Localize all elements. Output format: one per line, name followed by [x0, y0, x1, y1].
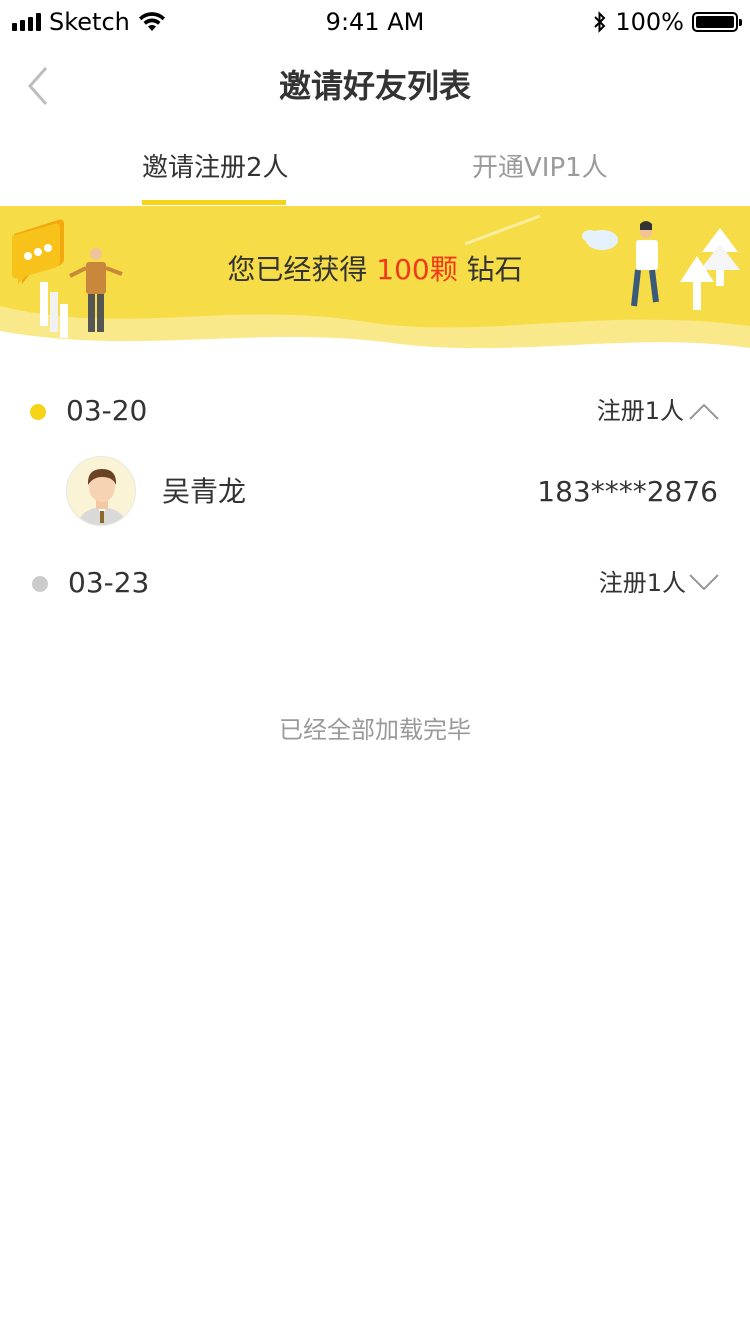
status-right: 100%	[593, 8, 742, 36]
group-count: 注册1人	[598, 569, 686, 597]
list-item[interactable]: 吴青龙 183****2876	[0, 450, 750, 536]
status-dot	[32, 576, 48, 592]
reward-prefix: 您已经获得	[227, 253, 368, 286]
status-bar: Sketch 9:41 AM 100%	[0, 0, 750, 44]
reward-message: 您已经获得 100颗 钻石	[0, 250, 750, 290]
status-dot	[30, 404, 46, 420]
navigation-bar: 邀请好友列表	[0, 44, 750, 128]
user-name: 吴青龙	[162, 475, 247, 508]
tab-open-vip[interactable]: 开通VIP1人	[472, 148, 608, 188]
reward-suffix: 钻石	[466, 253, 523, 286]
group-date: 03-23	[68, 566, 150, 599]
date-group-header[interactable]: 03-20 注册1人	[0, 377, 750, 447]
user-phone: 183****2876	[537, 475, 718, 508]
tab-bar: 邀请注册2人 开通VIP1人	[0, 128, 750, 206]
group-date: 03-20	[66, 394, 148, 427]
user-avatar-icon	[67, 457, 135, 525]
tab-active-indicator	[142, 200, 286, 205]
page-title: 邀请好友列表	[278, 67, 471, 105]
battery-icon	[692, 12, 742, 32]
avatar	[66, 456, 136, 526]
battery-percent: 100%	[615, 8, 684, 36]
chevron-up-icon[interactable]	[688, 401, 720, 421]
date-group-header[interactable]: 03-23 注册1人	[0, 549, 750, 619]
load-complete-text: 已经全部加载完毕	[279, 716, 471, 744]
group-count: 注册1人	[596, 397, 684, 425]
reward-amount: 100颗	[376, 253, 458, 286]
chevron-down-icon[interactable]	[688, 573, 720, 593]
reward-banner: 您已经获得 100颗 钻石	[0, 206, 750, 366]
tab-invite-register[interactable]: 邀请注册2人	[142, 148, 289, 188]
bluetooth-icon	[594, 11, 606, 33]
